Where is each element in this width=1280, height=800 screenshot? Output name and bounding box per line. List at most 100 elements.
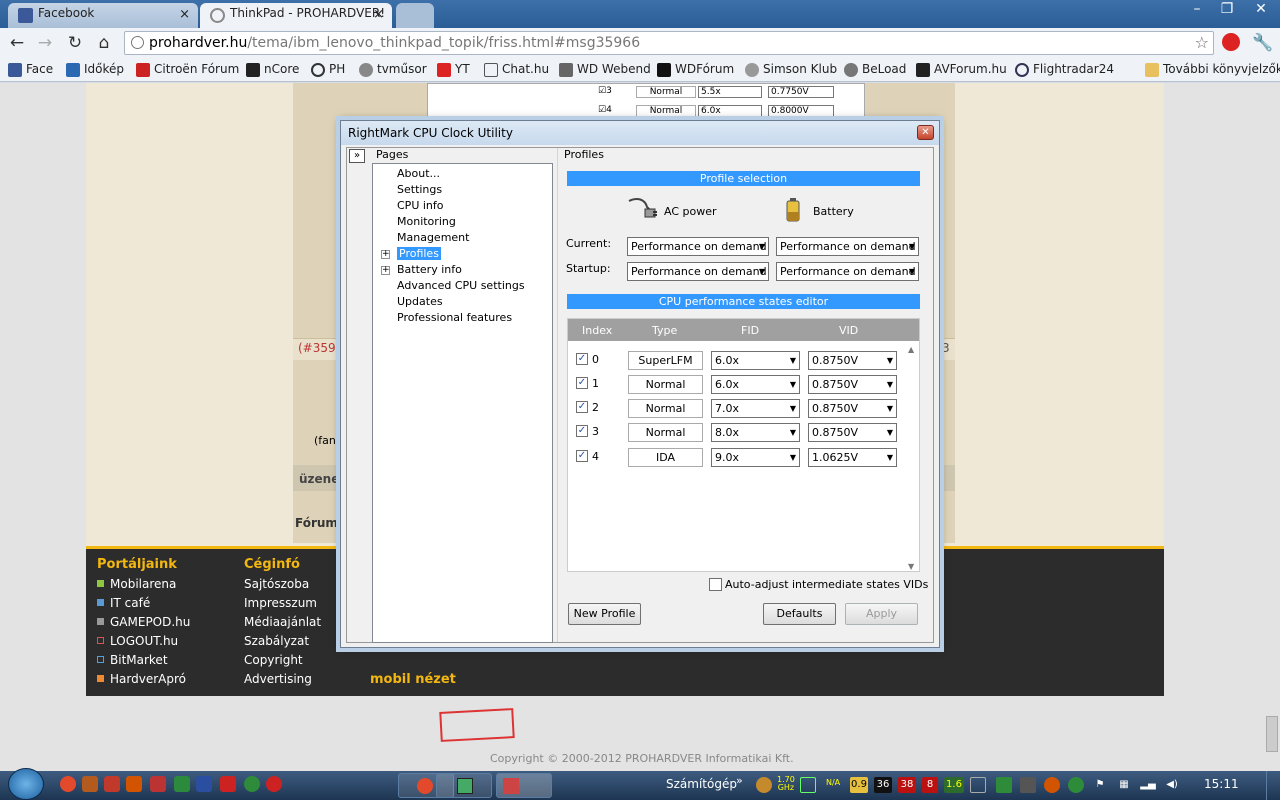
bookmark-wd-webend[interactable]: WD Webend bbox=[559, 62, 651, 77]
dialog-titlebar[interactable]: RightMark CPU Clock Utility ✕ bbox=[341, 121, 939, 145]
state-checkbox-3[interactable]: ✓ bbox=[576, 425, 588, 437]
state-vid-select[interactable]: 0.8750V ▼ bbox=[808, 375, 897, 394]
home-button[interactable]: ⌂ bbox=[93, 33, 115, 55]
bookmark-avforum[interactable]: AVForum.hu bbox=[916, 62, 1007, 77]
chevron-icon[interactable]: » bbox=[736, 774, 743, 787]
bookmark-ph[interactable]: PH bbox=[311, 62, 345, 77]
footer-link-copyright[interactable]: Copyright bbox=[244, 653, 303, 667]
close-icon[interactable]: × bbox=[179, 7, 190, 22]
collapse-pages-button[interactable]: » bbox=[349, 149, 365, 163]
star-icon[interactable]: ☆ bbox=[1195, 33, 1209, 52]
tab-facebook[interactable]: Facebook × bbox=[8, 3, 198, 28]
bookmark-yt[interactable]: YT bbox=[437, 62, 470, 77]
bookmark-citroen[interactable]: Citroën Fórum bbox=[136, 62, 239, 77]
bookmark-wdforum[interactable]: WDFórum bbox=[657, 62, 734, 77]
new-profile-button[interactable]: New Profile bbox=[568, 603, 641, 625]
tree-item-monitoring[interactable]: Monitoring bbox=[397, 215, 456, 228]
footer-link-mobilarena[interactable]: Mobilarena bbox=[97, 577, 176, 591]
utorrent-icon[interactable] bbox=[244, 776, 260, 792]
expand-icon[interactable]: + bbox=[381, 266, 390, 275]
scroll-down-icon[interactable]: ▼ bbox=[908, 562, 914, 571]
forward-button[interactable]: → bbox=[34, 33, 56, 55]
address-bar[interactable]: prohardver.hu/tema/ibm_lenovo_thinkpad_t… bbox=[124, 31, 1214, 55]
state-checkbox-2[interactable]: ✓ bbox=[576, 401, 588, 413]
current-ac-select[interactable]: Performance on demand ▼ bbox=[627, 237, 769, 256]
minimize-button[interactable]: – bbox=[1182, 0, 1212, 20]
tree-item-profiles[interactable]: Profiles bbox=[397, 247, 441, 260]
40a-product-logo[interactable] bbox=[672, 710, 734, 740]
tree-item-professional[interactable]: Professional features bbox=[397, 311, 512, 324]
tree-item-about[interactable]: About... bbox=[397, 167, 440, 180]
tree-item-advanced-cpu[interactable]: Advanced CPU settings bbox=[397, 279, 525, 292]
footer-link-hardverapro[interactable]: HardverApró bbox=[97, 672, 186, 686]
footer-link-mediaajanlat[interactable]: Médiaajánlat bbox=[244, 615, 321, 629]
defaults-button[interactable]: Defaults bbox=[763, 603, 836, 625]
state-vid-select[interactable]: 0.8750V ▼ bbox=[808, 351, 897, 370]
start-button[interactable] bbox=[8, 768, 44, 800]
state-type[interactable]: Normal bbox=[628, 375, 703, 394]
bookmark-tvmusor[interactable]: tvműsor bbox=[359, 62, 427, 77]
tree-item-updates[interactable]: Updates bbox=[397, 295, 443, 308]
startup-ac-select[interactable]: Performance on demand ▼ bbox=[627, 262, 769, 281]
tree-item-settings[interactable]: Settings bbox=[397, 183, 442, 196]
bookmark-idokep[interactable]: Időkép bbox=[66, 62, 124, 77]
footer-link-advertising[interactable]: Advertising bbox=[244, 672, 312, 686]
bookmark-flightradar[interactable]: Flightradar24 bbox=[1015, 62, 1114, 77]
state-fid-select[interactable]: 6.0x ▼ bbox=[711, 375, 800, 394]
network-icon[interactable]: ▦ bbox=[1116, 777, 1132, 793]
tray-icon[interactable] bbox=[996, 777, 1012, 793]
state-type[interactable]: Normal bbox=[628, 399, 703, 418]
state-fid-select[interactable]: 9.0x ▼ bbox=[711, 448, 800, 467]
footer-link-gamepod[interactable]: GAMEPOD.hu bbox=[97, 615, 190, 629]
bookmark-simson[interactable]: Simson Klub bbox=[745, 62, 837, 77]
grid-scrollbar[interactable]: ▲ ▼ bbox=[908, 345, 918, 571]
state-checkbox-1[interactable]: ✓ bbox=[576, 377, 588, 389]
bookmark-face[interactable]: Face bbox=[8, 62, 53, 77]
close-window-button[interactable]: ✕ bbox=[1242, 0, 1280, 20]
auto-adjust-checkbox[interactable] bbox=[709, 578, 722, 591]
wrench-icon[interactable]: 🔧 bbox=[1252, 33, 1274, 55]
state-type[interactable]: SuperLFM bbox=[628, 351, 703, 370]
flag-icon[interactable]: ⚑ bbox=[1092, 777, 1108, 793]
bookmark-chat[interactable]: Chat.hu bbox=[484, 62, 549, 77]
taskbar-rmclock[interactable] bbox=[496, 773, 552, 798]
bookmark-beload[interactable]: BeLoad bbox=[844, 62, 906, 77]
footer-link-bitmarket[interactable]: BitMarket bbox=[97, 653, 168, 667]
back-button[interactable]: ← bbox=[6, 33, 28, 55]
app-icon[interactable] bbox=[82, 776, 98, 792]
tree-item-management[interactable]: Management bbox=[397, 231, 469, 244]
reload-button[interactable]: ↻ bbox=[64, 33, 86, 55]
netgo-logo[interactable] bbox=[552, 710, 638, 740]
chrome-icon[interactable] bbox=[60, 776, 76, 792]
page-scrollbar[interactable] bbox=[1266, 716, 1278, 752]
apply-button[interactable]: Apply bbox=[845, 603, 918, 625]
scroll-up-icon[interactable]: ▲ bbox=[908, 345, 914, 354]
clock[interactable]: 15:11 bbox=[1204, 777, 1239, 791]
show-desktop-button[interactable] bbox=[1266, 771, 1280, 800]
state-checkbox-0[interactable]: ✓ bbox=[576, 353, 588, 365]
mobile-view-link[interactable]: mobil nézet bbox=[370, 672, 456, 687]
restore-button[interactable]: ❐ bbox=[1212, 0, 1242, 20]
state-fid-select[interactable]: 8.0x ▼ bbox=[711, 423, 800, 442]
new-tab-button[interactable] bbox=[396, 3, 434, 28]
footer-link-impresszum[interactable]: Impresszum bbox=[244, 596, 317, 610]
volume-icon[interactable]: ◀) bbox=[1164, 777, 1180, 793]
adblock-icon[interactable] bbox=[1222, 33, 1240, 51]
taskbar-app[interactable] bbox=[436, 773, 492, 798]
tab-thinkpad[interactable]: ThinkPad - PROHARDVER! × bbox=[200, 3, 392, 28]
tree-item-battery-info[interactable]: Battery info bbox=[397, 263, 462, 276]
app-icon[interactable] bbox=[150, 776, 166, 792]
state-checkbox-4[interactable]: ✓ bbox=[576, 450, 588, 462]
bookmark-ncore[interactable]: nCore bbox=[246, 62, 299, 77]
rios-logo[interactable] bbox=[766, 710, 812, 740]
signal-icon[interactable]: ▂▄ bbox=[1140, 777, 1156, 793]
app-icon[interactable] bbox=[126, 776, 142, 792]
state-vid-select[interactable]: 0.8750V ▼ bbox=[808, 423, 897, 442]
footer-link-szabalyzat[interactable]: Szabályzat bbox=[244, 634, 309, 648]
state-fid-select[interactable]: 7.0x ▼ bbox=[711, 399, 800, 418]
dialog-close-button[interactable]: ✕ bbox=[917, 125, 934, 140]
footer-link-logout[interactable]: LOGOUT.hu bbox=[97, 634, 178, 648]
app-icon[interactable] bbox=[266, 776, 282, 792]
post-anchor-link[interactable]: (#3596 bbox=[298, 341, 343, 355]
app-icon[interactable] bbox=[104, 776, 120, 792]
